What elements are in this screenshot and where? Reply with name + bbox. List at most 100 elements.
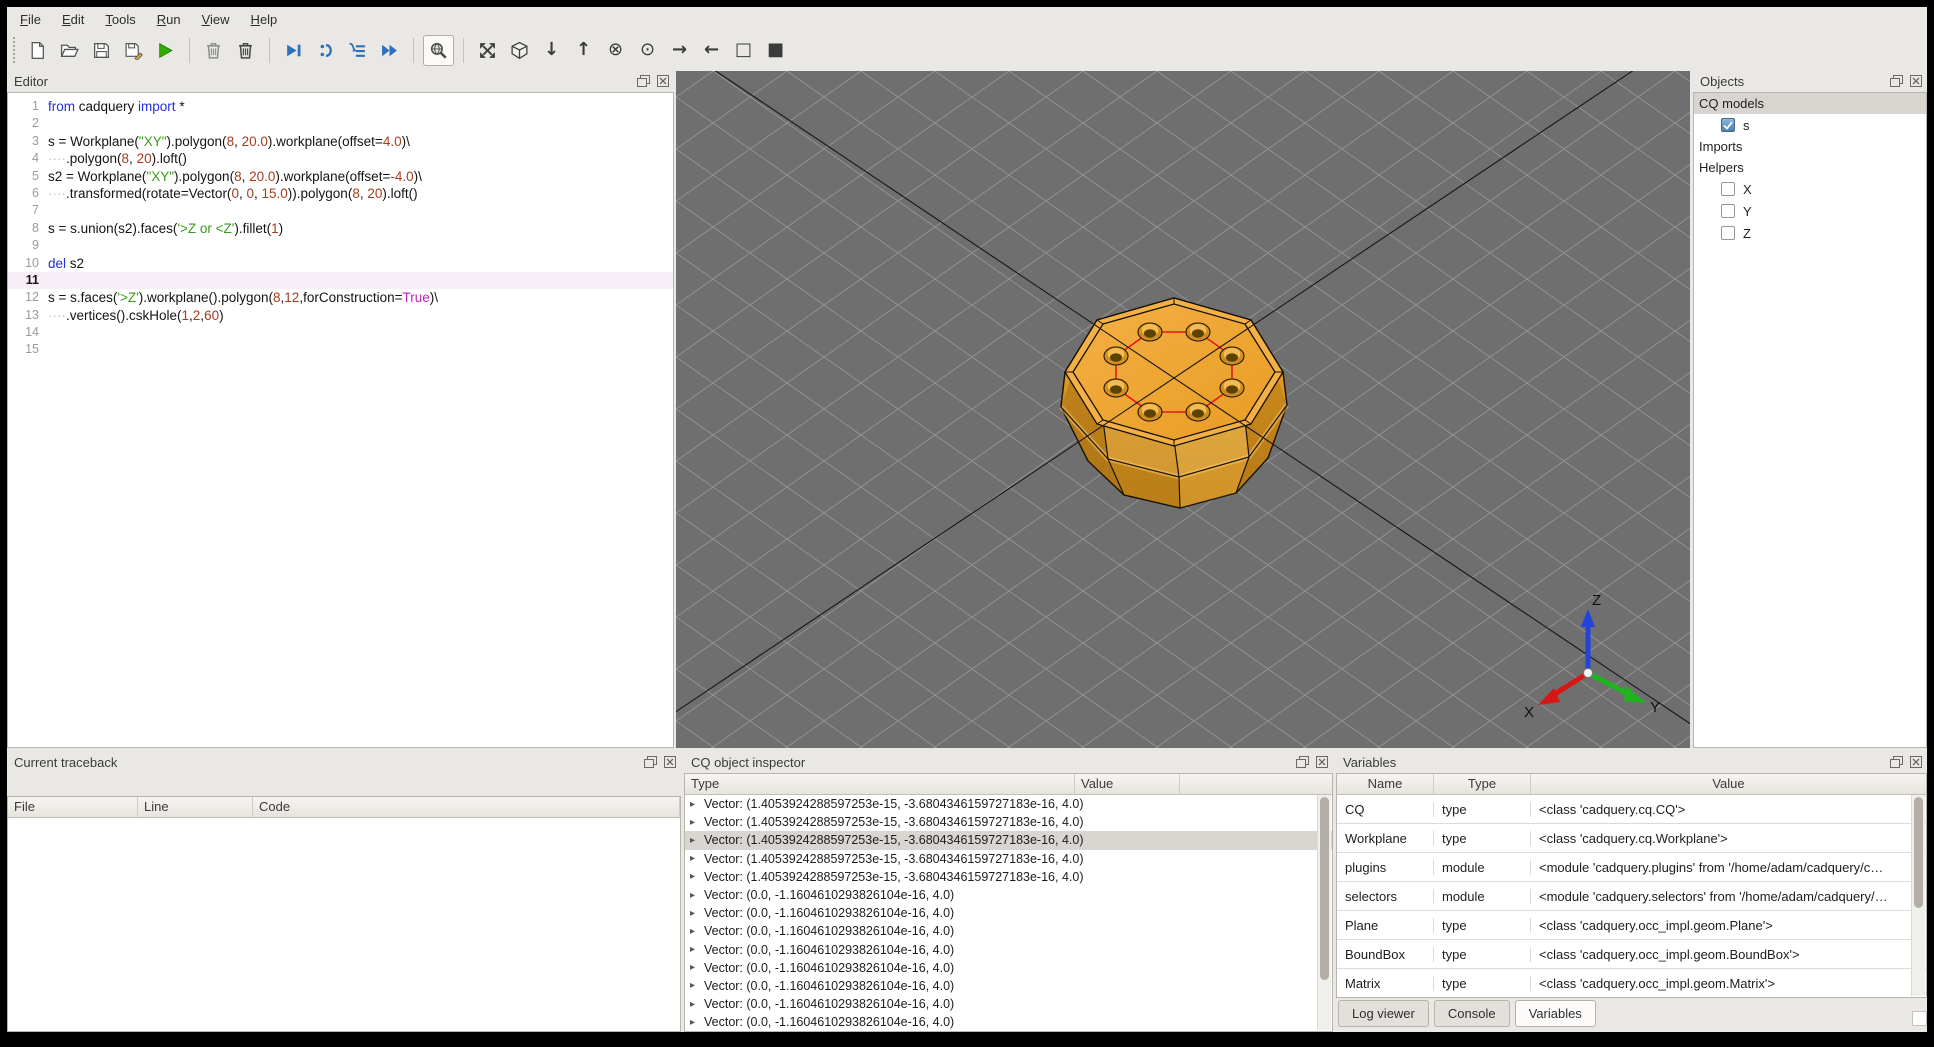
toolbar-grip[interactable]: [13, 37, 15, 63]
menu-run[interactable]: Run: [157, 12, 181, 27]
tab-log-viewer[interactable]: Log viewer: [1338, 1000, 1429, 1027]
variable-row-selectors[interactable]: selectors module <module 'cadquery.selecto…: [1337, 882, 1926, 911]
inspector-row[interactable]: ▸ Vector: (1.4053924288597253e-15, -3.680…: [685, 813, 1332, 831]
right-view-button[interactable]: ←: [697, 36, 726, 65]
expand-arrow-icon[interactable]: ▸: [690, 890, 699, 901]
objects-group-cq-models[interactable]: CQ models: [1694, 93, 1926, 114]
checkbox-unchecked[interactable]: [1721, 204, 1735, 218]
close-panel-button[interactable]: [657, 75, 669, 87]
fit-zoom-button[interactable]: [423, 34, 454, 66]
close-panel-button[interactable]: [1910, 75, 1922, 87]
expand-arrow-icon[interactable]: ▸: [690, 871, 699, 882]
checkbox-unchecked[interactable]: [1721, 226, 1735, 240]
inspector-row[interactable]: ▸ Vector: (0.0, -1.1604610293826104e-16, …: [685, 941, 1332, 959]
objects-group-imports[interactable]: Imports: [1694, 136, 1926, 157]
variables-scrollbar[interactable]: [1911, 795, 1925, 996]
checkbox-unchecked[interactable]: [1721, 182, 1735, 196]
inspector-row[interactable]: ▸ Vector: (0.0, -1.1604610293826104e-16, …: [685, 1013, 1332, 1031]
menu-edit[interactable]: Edit: [62, 12, 84, 27]
tab-variables[interactable]: Variables: [1514, 1000, 1596, 1027]
float-panel-button[interactable]: [637, 75, 650, 87]
objects-item-x[interactable]: X: [1694, 178, 1926, 200]
inspector-row[interactable]: ▸ Vector: (1.4053924288597253e-15, -3.680…: [685, 868, 1332, 886]
3d-viewport[interactable]: Z X Y: [676, 71, 1690, 748]
expand-arrow-icon[interactable]: ▸: [690, 1017, 699, 1028]
inspector-row[interactable]: ▸ Vector: (0.0, -1.1604610293826104e-16, …: [685, 904, 1332, 922]
inspector-row[interactable]: ▸ Vector: (0.0, -1.1604610293826104e-16, …: [685, 995, 1332, 1013]
trash-can-button-1[interactable]: [199, 36, 228, 65]
objects-group-helpers[interactable]: Helpers: [1694, 157, 1926, 178]
save-button[interactable]: [87, 36, 116, 65]
shaded-button[interactable]: ■: [761, 36, 790, 65]
float-panel-button[interactable]: [1890, 756, 1903, 768]
inspector-row[interactable]: ▸ Vector: (1.4053924288597253e-15, -3.680…: [685, 795, 1332, 813]
expand-arrow-icon[interactable]: ▸: [690, 908, 699, 919]
continue-button[interactable]: [375, 36, 404, 65]
variable-row-plugins[interactable]: plugins module <module 'cadquery.plugins' …: [1337, 853, 1926, 882]
objects-item-s[interactable]: s: [1694, 114, 1926, 136]
back-view-button[interactable]: ⊙: [633, 36, 662, 65]
top-view-button[interactable]: ↓: [537, 36, 566, 65]
menu-tools[interactable]: Tools: [105, 12, 135, 27]
bottom-view-button[interactable]: ↑: [569, 36, 598, 65]
left-view-button[interactable]: →: [665, 36, 694, 65]
close-panel-button[interactable]: [1316, 756, 1328, 768]
inspector-row[interactable]: ▸ Vector: (0.0, -1.1604610293826104e-16, …: [685, 977, 1332, 995]
save-as-button[interactable]: [119, 36, 148, 65]
menu-help[interactable]: Help: [251, 12, 278, 27]
expand-arrow-icon[interactable]: ▸: [690, 926, 699, 937]
expand-arrow-icon[interactable]: ▸: [690, 962, 699, 973]
objects-item-y[interactable]: Y: [1694, 200, 1926, 222]
menu-view[interactable]: View: [202, 12, 230, 27]
variable-row-matrix[interactable]: Matrix type <class 'cadquery.occ_impl.geom…: [1337, 969, 1926, 997]
viewport-scene: Z X Y: [676, 71, 1690, 748]
float-panel-button[interactable]: [644, 756, 657, 768]
new-script-button[interactable]: [23, 36, 52, 65]
expand-arrow-icon[interactable]: ▸: [690, 799, 699, 810]
expand-arrow-icon[interactable]: ▸: [690, 853, 699, 864]
inspector-panel-title: CQ object inspector: [691, 754, 806, 770]
inspector-row[interactable]: ▸ Vector: (0.0, -1.1604610293826104e-16, …: [685, 886, 1332, 904]
step-into-button[interactable]: [343, 36, 372, 65]
line-number: 9: [32, 238, 39, 253]
close-panel-button[interactable]: [1910, 756, 1922, 768]
variable-row-plane[interactable]: Plane type <class 'cadquery.occ_impl.geom.…: [1337, 911, 1926, 940]
front-view-button[interactable]: ⊗: [601, 36, 630, 65]
menu-file[interactable]: File: [20, 12, 41, 27]
float-icon: [1296, 756, 1309, 768]
inspector-row[interactable]: ▸ Vector: (0.0, -1.1604610293826104e-16, …: [685, 922, 1332, 940]
code-line-12: 12 s = s.faces('>Z').workplane().polygon(…: [8, 289, 673, 306]
expand-arrow-icon[interactable]: ▸: [690, 944, 699, 955]
traceback-col-code: Code: [253, 797, 680, 817]
code-editor[interactable]: 1 from cadquery import * 2 3 s = Workplane("…: [8, 93, 673, 747]
float-panel-button[interactable]: [1296, 756, 1309, 768]
inspector-rows: ▸ Vector: (1.4053924288597253e-15, -3.680…: [685, 795, 1332, 1031]
close-panel-button[interactable]: [664, 756, 676, 768]
checkbox-checked[interactable]: [1721, 118, 1735, 132]
expand-arrow-icon[interactable]: ▸: [690, 817, 699, 828]
render-button[interactable]: [151, 36, 180, 65]
code-line-3: 3s = Workplane("XY").polygon(8, 20.0).wo…: [8, 133, 673, 150]
open-script-button[interactable]: [55, 36, 84, 65]
iso-view-button[interactable]: [505, 36, 534, 65]
size-grip[interactable]: [1912, 1011, 1927, 1026]
inspector-scrollbar[interactable]: [1317, 795, 1331, 1030]
tab-console[interactable]: Console: [1433, 1000, 1510, 1027]
float-panel-button[interactable]: [1890, 75, 1903, 87]
fit-all-button[interactable]: [473, 36, 502, 65]
code-line-6: 6 ····.transformed(rotate=Vector(0, 0, 15…: [8, 185, 673, 202]
variable-row-cq[interactable]: CQ type <class 'cadquery.cq.CQ'>: [1337, 795, 1926, 824]
inspector-row[interactable]: ▸ Vector: (0.0, -1.1604610293826104e-16, …: [685, 959, 1332, 977]
trash-can-button-2[interactable]: [231, 36, 260, 65]
variable-row-workplane[interactable]: Workplane type <class 'cadquery.cq.Workpla…: [1337, 824, 1926, 853]
expand-arrow-icon[interactable]: ▸: [690, 835, 699, 846]
expand-arrow-icon[interactable]: ▸: [690, 980, 699, 991]
variable-row-boundbox[interactable]: BoundBox type <class 'cadquery.occ_impl.ge…: [1337, 940, 1926, 969]
inspector-row[interactable]: ▸ Vector: (1.4053924288597253e-15, -3.680…: [685, 850, 1332, 868]
wireframe-button[interactable]: □: [729, 36, 758, 65]
debug-resume-button[interactable]: [279, 36, 308, 65]
expand-arrow-icon[interactable]: ▸: [690, 999, 699, 1010]
objects-item-z[interactable]: Z: [1694, 222, 1926, 244]
debug-restart-button[interactable]: [311, 36, 340, 65]
inspector-row[interactable]: ▸ Vector: (1.4053924288597253e-15, -3.680…: [685, 831, 1332, 850]
